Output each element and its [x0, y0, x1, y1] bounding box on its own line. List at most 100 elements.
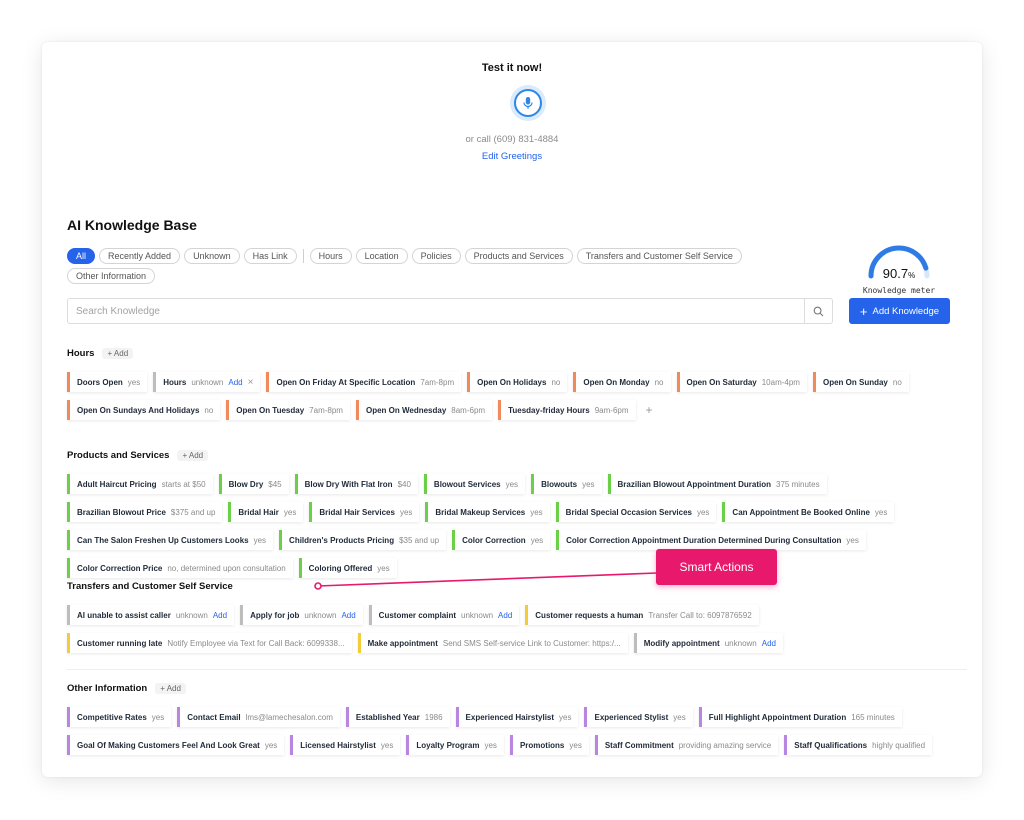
chip-name: Experienced Hairstylist	[465, 712, 555, 722]
chip-value: yes	[151, 712, 165, 722]
filter-bar: All Recently Added Unknown Has Link Hour…	[67, 248, 787, 284]
chip-established-year[interactable]: Established Year 1986	[345, 707, 450, 727]
close-icon[interactable]: ×	[248, 377, 254, 388]
chip-staff-commitment[interactable]: Staff Commitment providing amazing servic…	[594, 735, 779, 755]
chip-name: Children's Products Pricing	[289, 535, 395, 545]
main-card: Test it now! or call (609) 831-4884 Edit…	[42, 42, 982, 777]
chip-contact-email[interactable]: Contact Email lms@lamechesalon.com	[177, 707, 340, 727]
chip-can-appointment-be-booked-online[interactable]: Can Appointment Be Booked Online yes	[722, 502, 895, 522]
chip-coloring-offered[interactable]: Coloring Offered yes	[298, 558, 397, 578]
chip-open-on-holidays[interactable]: Open On Holidays no	[467, 372, 568, 392]
chip-blow-dry[interactable]: Blow Dry $45	[218, 474, 289, 494]
add-hours-plus-icon[interactable]: +	[642, 400, 657, 420]
chip-name: Open On Wednesday	[365, 405, 447, 415]
chip-name: Goal Of Making Customers Feel And Look G…	[77, 740, 260, 750]
chip-promotions[interactable]: Promotions yes	[509, 735, 589, 755]
chip-brazilian-blowout-appointment-duration[interactable]: Brazilian Blowout Appointment Duration 37…	[607, 474, 827, 494]
filter-policies[interactable]: Policies	[411, 248, 461, 264]
chip-customer-complaint[interactable]: Customer complaint unknown Add	[368, 605, 520, 625]
chip-value: 10am-4pm	[761, 377, 800, 387]
chip-name: Customer complaint	[378, 610, 457, 620]
chip-licensed-hairstylist[interactable]: Licensed Hairstylist yes	[290, 735, 401, 755]
edit-greetings-link[interactable]: Edit Greetings	[42, 151, 982, 162]
add-knowledge-button[interactable]: + Add Knowledge	[849, 298, 950, 324]
chip-loyalty-program[interactable]: Loyalty Program yes	[406, 735, 504, 755]
search-icon	[813, 306, 824, 316]
chip-color-correction-appointment-duration-determined-during-consultation[interactable]: Color Correction Appointment Duration De…	[556, 530, 866, 550]
filter-recently-added[interactable]: Recently Added	[99, 248, 181, 264]
chip-bridal-hair-services[interactable]: Bridal Hair Services yes	[309, 502, 420, 522]
chip-experienced-stylist[interactable]: Experienced Stylist yes	[584, 707, 693, 727]
chip-blowouts[interactable]: Blowouts yes	[531, 474, 602, 494]
chip-value: yes	[399, 507, 413, 517]
chip-name: Color Correction Appointment Duration De…	[566, 535, 842, 545]
chip-make-appointment[interactable]: Make appointment Send SMS Self-service Li…	[357, 633, 628, 653]
chip-ai-unable-to-assist-caller[interactable]: AI unable to assist caller unknown Add	[67, 605, 235, 625]
chip-name: Contact Email	[187, 712, 241, 722]
chip-open-on-friday-at-specific-location[interactable]: Open On Friday At Specific Location 7am-8…	[266, 372, 462, 392]
chip-value: Transfer Call to: 6097876592	[648, 610, 752, 620]
chip-bridal-makeup-services[interactable]: Bridal Makeup Services yes	[425, 502, 550, 522]
chip-open-on-sunday[interactable]: Open On Sunday no	[812, 372, 909, 392]
chip-color-correction-price[interactable]: Color Correction Price no, determined upo…	[67, 558, 293, 578]
chip-tuesday-friday-hours[interactable]: Tuesday-friday Hours 9am-6pm	[498, 400, 636, 420]
chip-doors-open[interactable]: Doors Open yes	[67, 372, 148, 392]
chip-add-link[interactable]: Add	[213, 611, 227, 620]
chip-add-link[interactable]: Add	[762, 639, 776, 648]
chip-add-link[interactable]: Add	[341, 611, 355, 620]
mic-button[interactable]	[510, 85, 546, 121]
chip-add-link[interactable]: Add	[228, 378, 242, 387]
filter-all[interactable]: All	[67, 248, 96, 264]
chip-hours[interactable]: Hours unknown Add ×	[153, 372, 261, 392]
filter-unknown[interactable]: Unknown	[184, 248, 240, 264]
chip-open-on-monday[interactable]: Open On Monday no	[573, 372, 671, 392]
chip-modify-appointment[interactable]: Modify appointment unknown Add	[633, 633, 783, 653]
filter-products-and-services[interactable]: Products and Services	[464, 248, 573, 264]
chip-value: yes	[569, 740, 582, 750]
chip-customer-running-late[interactable]: Customer running late Notify Employee via…	[67, 633, 352, 653]
chip-open-on-tuesday[interactable]: Open On Tuesday 7am-8pm	[226, 400, 350, 420]
section-add-button[interactable]: + Add	[177, 449, 209, 461]
chip-bridal-hair[interactable]: Bridal Hair yes	[228, 502, 304, 522]
filter-hours[interactable]: Hours	[309, 248, 352, 264]
chip-bridal-special-occasion-services[interactable]: Bridal Special Occasion Services yes	[555, 502, 717, 522]
chip-value: yes	[530, 507, 543, 517]
chip-open-on-saturday[interactable]: Open On Saturday 10am-4pm	[676, 372, 807, 392]
chip-name: Promotions	[519, 740, 565, 750]
chip-value: unknown	[191, 377, 224, 387]
chip-name: Hours	[163, 377, 187, 387]
chip-blow-dry-with-flat-iron[interactable]: Blow Dry With Flat Iron $40	[294, 474, 418, 494]
chip-name: Blowouts	[541, 479, 578, 489]
knowledge-base-title: AI Knowledge Base	[67, 217, 197, 233]
chip-can-the-salon-freshen-up-customers-looks[interactable]: Can The Salon Freshen Up Customers Looks…	[67, 530, 274, 550]
search-input[interactable]	[68, 299, 804, 323]
chip-apply-for-job[interactable]: Apply for job unknown Add	[240, 605, 363, 625]
section-transfers: Transfers and Customer Self Service AI u…	[67, 579, 957, 653]
chip-staff-qualifications[interactable]: Staff Qualifications highly qualified	[784, 735, 933, 755]
search-button[interactable]	[804, 299, 832, 323]
chip-name: Bridal Hair	[238, 507, 279, 517]
chip-goal-of-making-customers-feel-and-look-great[interactable]: Goal Of Making Customers Feel And Look G…	[67, 735, 285, 755]
chip-competitive-rates[interactable]: Competitive Rates yes	[67, 707, 172, 727]
chip-blowout-services[interactable]: Blowout Services yes	[423, 474, 526, 494]
chip-value: yes	[696, 507, 710, 517]
chip-name: Licensed Hairstylist	[300, 740, 376, 750]
chip-name: Open On Tuesday	[236, 405, 305, 415]
chip-full-highlight-appointment-duration[interactable]: Full Highlight Appointment Duration 165 m…	[698, 707, 902, 727]
filter-location[interactable]: Location	[355, 248, 408, 264]
chip-customer-requests-a-human[interactable]: Customer requests a human Transfer Call t…	[525, 605, 759, 625]
chip-experienced-hairstylist[interactable]: Experienced Hairstylist yes	[455, 707, 579, 727]
chip-color-correction[interactable]: Color Correction yes	[452, 530, 551, 550]
chip-open-on-sundays-and-holidays[interactable]: Open On Sundays And Holidays no	[67, 400, 221, 420]
filter-has-link[interactable]: Has Link	[243, 248, 297, 264]
chip-children-s-products-pricing[interactable]: Children's Products Pricing $35 and up	[279, 530, 447, 550]
chip-add-link[interactable]: Add	[498, 611, 512, 620]
chip-value: 7am-8pm	[309, 405, 343, 415]
chip-adult-haircut-pricing[interactable]: Adult Haircut Pricing starts at $50	[67, 474, 213, 494]
section-add-button[interactable]: + Add	[155, 682, 186, 694]
filter-transfers[interactable]: Transfers and Customer Self Service	[576, 248, 742, 264]
filter-other-information[interactable]: Other Information	[67, 268, 156, 284]
chip-brazilian-blowout-price[interactable]: Brazilian Blowout Price $375 and up	[67, 502, 223, 522]
section-add-button[interactable]: + Add	[102, 347, 134, 359]
chip-open-on-wednesday[interactable]: Open On Wednesday 8am-6pm	[355, 400, 493, 420]
